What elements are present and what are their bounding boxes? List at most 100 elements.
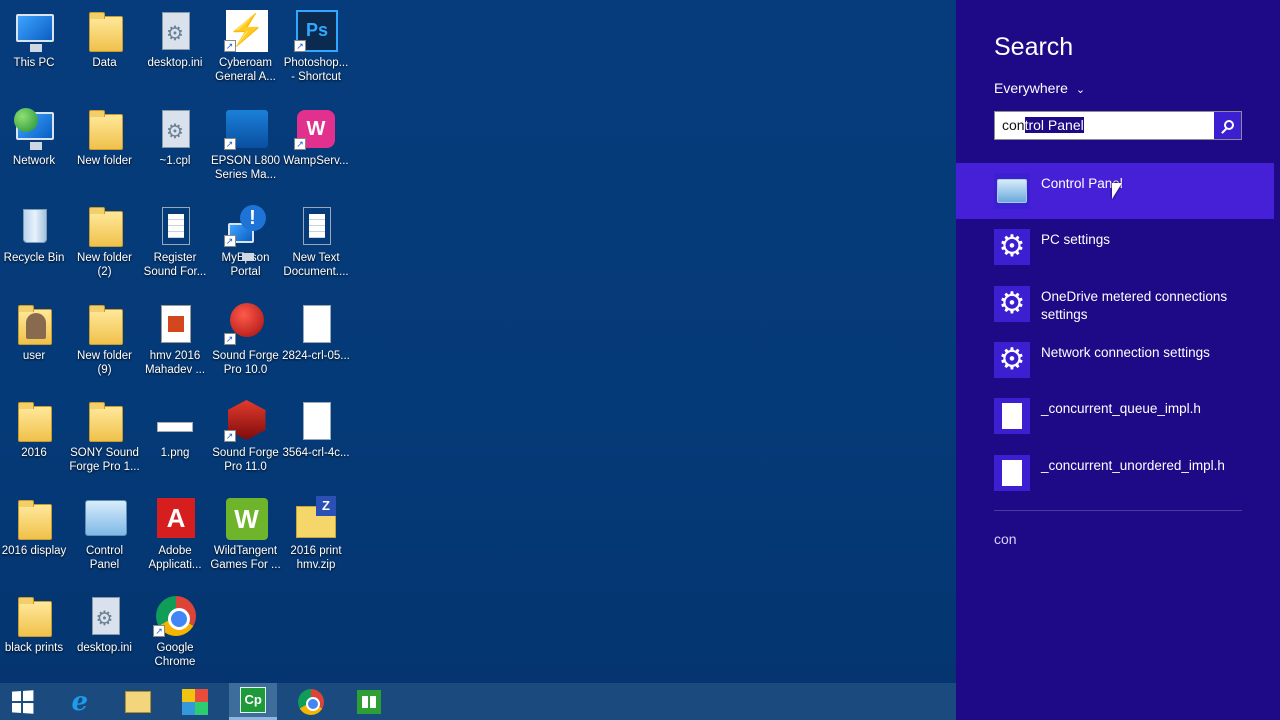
desktop-icon[interactable]: This PC xyxy=(0,2,69,98)
desktop-icon[interactable]: user xyxy=(0,295,69,391)
desktop-icon[interactable]: 1.png xyxy=(140,392,210,488)
desktop-icon-label: This PC xyxy=(13,57,55,69)
desktop-icon[interactable]: SONY Sound Forge Pro 1... xyxy=(69,392,140,488)
search-result-label: Control Panel xyxy=(1041,176,1123,191)
blank-file-icon xyxy=(294,398,338,444)
photoshop-icon: Ps ↗ xyxy=(294,8,338,54)
desktop-icon[interactable]: desktop.ini xyxy=(70,587,140,683)
search-scope-dropdown[interactable]: Everywhere ⌄ xyxy=(994,80,1085,96)
folder-icon xyxy=(83,8,127,54)
desktop-icon-label: 2016 print hmv.zip xyxy=(290,544,342,571)
desktop-icon[interactable]: ~1.cpl xyxy=(140,100,210,196)
chrome-icon: ↗ xyxy=(153,593,197,639)
desktop-icon[interactable]: 2016 xyxy=(0,392,69,488)
search-input[interactable]: control Panel xyxy=(995,112,1214,139)
search-result-label: OneDrive metered connections settings xyxy=(1041,288,1228,322)
folder-icon xyxy=(12,496,56,542)
desktop-icon[interactable]: New folder (9) xyxy=(70,295,140,391)
settings-file-icon xyxy=(83,593,127,639)
desktop-icon[interactable]: A Adobe Applicati... xyxy=(140,490,210,586)
settings-file-icon xyxy=(153,106,197,152)
desktop-icon[interactable]: 2016 display xyxy=(0,490,69,586)
desktop-icon[interactable]: 3564-crl-4c... xyxy=(281,392,351,488)
desktop-icon[interactable]: New folder (2) xyxy=(70,197,140,293)
desktop-icon[interactable]: New folder xyxy=(70,100,140,196)
wampserver-icon: W ↗ xyxy=(294,106,338,152)
desktop-icon[interactable]: Control Panel xyxy=(70,490,140,586)
desktop-icon[interactable]: hmv 2016 Mahadev ... xyxy=(140,295,210,391)
desktop-icon[interactable]: W WildTangent Games For ... xyxy=(210,490,281,586)
folder-icon xyxy=(83,398,127,444)
search-result-item[interactable]: _concurrent_unordered_impl.h xyxy=(956,445,1274,501)
desktop-icon-label: 3564-crl-4c... xyxy=(282,447,350,459)
desktop-icon-label: New folder (2) xyxy=(77,252,132,278)
file-explorer-icon xyxy=(124,690,151,713)
desktop-icon[interactable]: W ↗ WampServ... xyxy=(281,100,351,196)
desktop-icon[interactable]: ↗ EPSON L800 Series Ma... xyxy=(211,100,281,196)
epson-icon: ↗ xyxy=(223,106,268,152)
desktop-icon-label: 1.png xyxy=(160,447,190,459)
search-result-item[interactable]: _concurrent_queue_impl.h xyxy=(956,388,1274,444)
desktop-icon[interactable]: Data xyxy=(70,2,140,98)
search-button[interactable] xyxy=(1214,112,1241,139)
shortcut-arrow-icon: ↗ xyxy=(223,430,236,442)
chevron-down-icon: ⌄ xyxy=(1075,83,1086,96)
desktop-icon[interactable]: black prints xyxy=(0,587,69,683)
desktop-icon[interactable]: ↗ Google Chrome xyxy=(140,587,210,683)
desktop-icon[interactable]: Register Sound For... xyxy=(140,197,210,293)
desktop-icon-label: 2016 xyxy=(21,447,47,459)
search-result-item[interactable]: ⚙ PC settings xyxy=(956,219,1274,275)
file-icon xyxy=(994,454,1030,491)
computer-icon xyxy=(12,8,56,54)
desktop-icon-label: Sound Forge Pro 10.0 xyxy=(212,349,279,376)
settings-file-icon xyxy=(153,8,197,54)
desktop-icon[interactable]: New Text Document.... xyxy=(281,197,351,293)
blank-file-icon xyxy=(294,301,338,347)
desktop-icon[interactable]: Ps ↗ Photoshop... - Shortcut xyxy=(281,2,351,98)
taskbar-start-button[interactable] xyxy=(0,683,46,720)
search-box[interactable]: control Panel xyxy=(994,111,1242,140)
search-result-item[interactable]: ⚙ Network connection settings xyxy=(956,332,1274,388)
taskbar-file-explorer[interactable] xyxy=(114,683,162,720)
desktop-icon-label: SONY Sound Forge Pro 1... xyxy=(69,447,140,473)
search-result-label: _concurrent_unordered_impl.h xyxy=(1041,457,1225,473)
desktop-icon[interactable]: desktop.ini xyxy=(140,2,210,98)
search-result-item[interactable]: ⚙ OneDrive metered connections settings xyxy=(956,276,1274,332)
desktop-icon-label: user xyxy=(22,349,46,362)
wildtangent-icon: W xyxy=(224,496,268,542)
desktop-icon-label: Cyberoam General A... xyxy=(215,57,276,83)
taskbar-camtasia[interactable]: Cp xyxy=(229,683,278,720)
mouse-pointer-icon xyxy=(1112,183,1122,199)
desktop-icon-label: Network xyxy=(12,154,56,167)
image-file-icon xyxy=(153,398,197,444)
desktop-icon[interactable]: ⚡ ↗ Cyberoam General A... xyxy=(211,2,281,98)
chrome-icon xyxy=(298,688,324,715)
desktop-icon[interactable]: 2824-crl-05... xyxy=(281,295,351,391)
search-typed-text: con xyxy=(1002,117,1025,133)
desktop[interactable]: This PC Data desktop.ini ⚡↗ Cyberoam General… xyxy=(0,0,956,683)
desktop-icon[interactable]: ↗ Sound Forge Pro 11.0 xyxy=(211,392,281,488)
search-title: Search xyxy=(994,33,1074,61)
desktop-icon-label: WildTangent Games For ... xyxy=(210,544,281,571)
desktop-icon[interactable]: !↗MyEpson Portal xyxy=(211,197,281,293)
desktop-icon[interactable]: ↗ Sound Forge Pro 10.0 xyxy=(211,295,281,391)
desktop-icon-label: 2016 display xyxy=(1,544,67,557)
desktop-icon[interactable]: Network xyxy=(0,100,69,196)
taskbar-store[interactable] xyxy=(345,683,393,720)
document-icon xyxy=(153,203,197,249)
gear-icon: ⚙ xyxy=(994,341,1030,378)
taskbar-photo-app[interactable] xyxy=(171,683,219,720)
desktop-icon-label: WampServ... xyxy=(283,154,349,167)
desktop-icon[interactable]: Recycle Bin xyxy=(0,197,69,293)
desktop-icon[interactable]: Z 2016 print hmv.zip xyxy=(281,490,351,586)
text-document-icon xyxy=(294,203,338,249)
search-history-item[interactable]: con xyxy=(994,531,1017,547)
taskbar-internet-explorer[interactable]: e xyxy=(56,683,104,720)
control-panel-icon xyxy=(994,173,1030,209)
taskbar-chrome[interactable] xyxy=(287,683,335,720)
gear-icon: ⚙ xyxy=(994,229,1030,266)
desktop-icon-label: Register Sound For... xyxy=(143,252,207,278)
desktop-icon-label: New folder (9) xyxy=(77,349,132,376)
desktop-icon-label: Adobe Applicati... xyxy=(148,544,202,571)
desktop-icon-label: black prints xyxy=(4,642,64,654)
